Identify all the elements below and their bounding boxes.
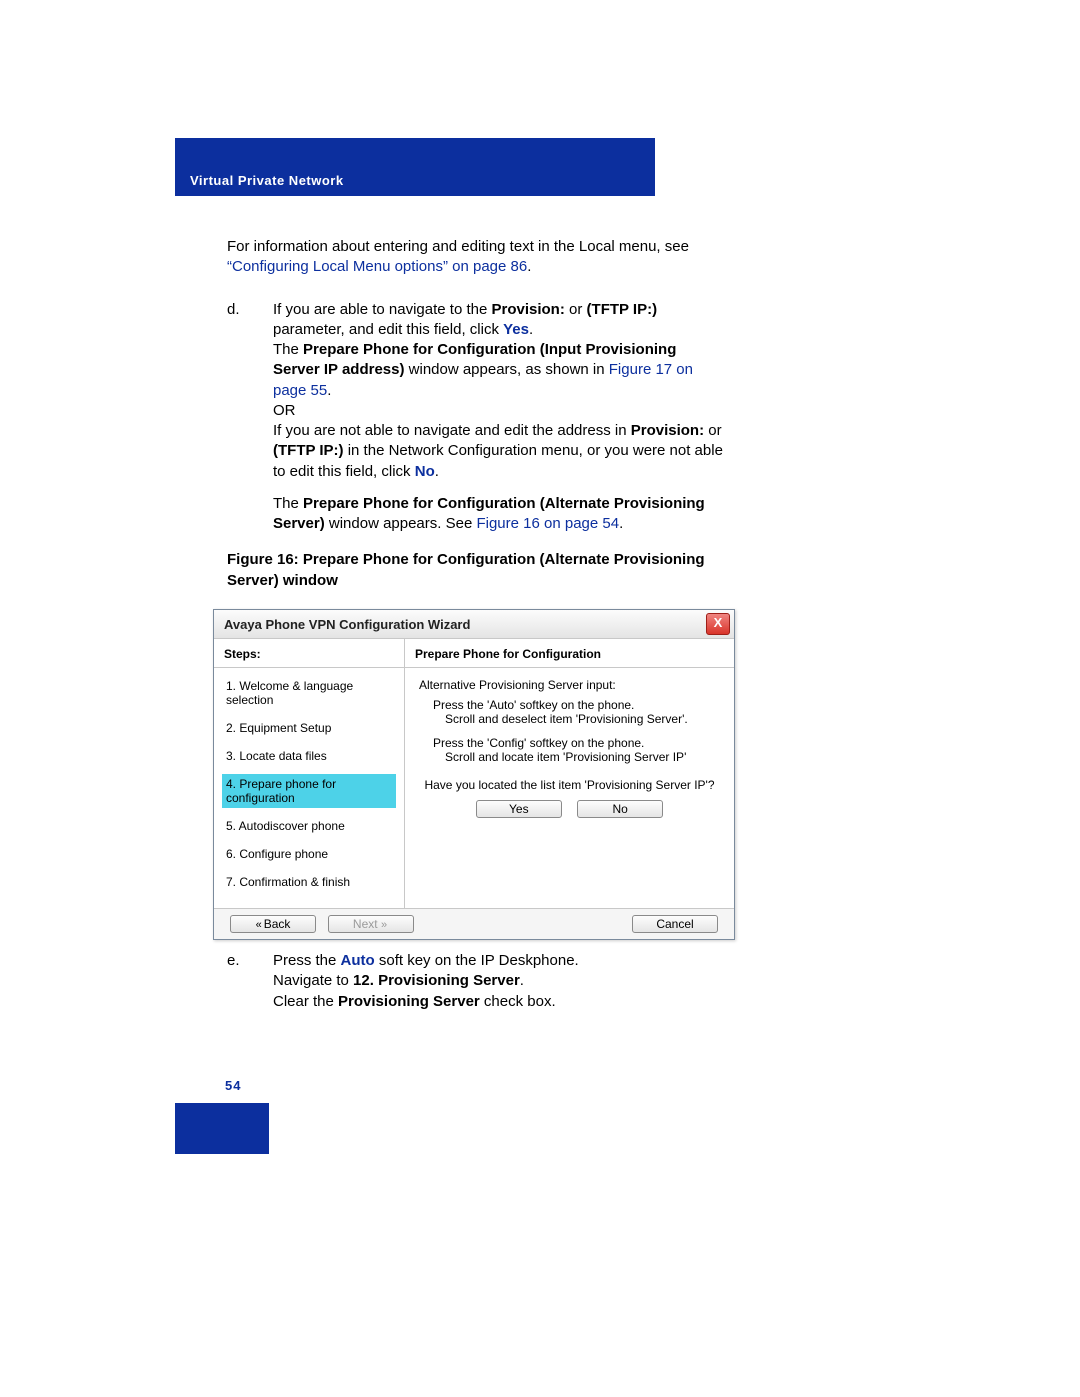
yes-link[interactable]: Yes <box>503 321 529 338</box>
link-configuring-local-menu[interactable]: “Configuring Local Menu options” on page… <box>227 258 527 275</box>
next-label: Next <box>353 917 378 931</box>
back-label: Back <box>264 917 291 931</box>
step-d-p1: If you are able to navigate to the Provi… <box>273 300 727 341</box>
step-e-p1: Press the Auto soft key on the IP Deskph… <box>273 951 727 971</box>
wizard-step-7[interactable]: 7. Confirmation & finish <box>222 872 396 892</box>
step-e: e. Press the Auto soft key on the IP Des… <box>227 951 727 1012</box>
wizard-steps-panel: Steps: 1. Welcome & language selection 2… <box>214 639 405 908</box>
step-d-p4: The Prepare Phone for Configuration (Alt… <box>273 494 727 535</box>
wizard-titlebar: Avaya Phone VPN Configuration Wizard X <box>214 610 734 639</box>
wizard-step-6[interactable]: 6. Configure phone <box>222 844 396 864</box>
wizard-step-2[interactable]: 2. Equipment Setup <box>222 718 396 738</box>
step-e-p3: Clear the Provisioning Server check box. <box>273 992 727 1012</box>
next-button: Next » <box>328 915 414 933</box>
t: Press the <box>273 952 341 969</box>
close-icon[interactable]: X <box>706 613 730 635</box>
t: or <box>565 301 587 318</box>
link-figure-16[interactable]: Figure 16 on page 54 <box>476 515 619 532</box>
t: . <box>435 463 439 480</box>
wizard-step-5[interactable]: 5. Autodiscover phone <box>222 816 396 836</box>
t: parameter, and edit this field, click <box>273 321 503 338</box>
intro-paragraph: For information about entering and editi… <box>227 237 727 278</box>
t: 12. Provisioning Server <box>353 972 520 989</box>
wizard-title: Avaya Phone VPN Configuration Wizard <box>224 617 706 632</box>
figure-caption: Figure 16: Prepare Phone for Configurati… <box>227 550 727 591</box>
t: (TFTP IP:) <box>587 301 658 318</box>
back-button[interactable]: «Back <box>230 915 316 933</box>
auto-softkey: Auto <box>341 952 375 969</box>
wizard-content-header: Prepare Phone for Configuration <box>405 639 734 668</box>
intro-dot: . <box>527 258 531 275</box>
t: . <box>520 972 524 989</box>
content-line3: Scroll and deselect item 'Provisioning S… <box>419 712 720 726</box>
wizard-step-1[interactable]: 1. Welcome & language selection <box>222 676 396 710</box>
chevron-left-icon: « <box>256 919 262 931</box>
content-question: Have you located the list item 'Provisio… <box>419 778 720 792</box>
section-header-bar: Virtual Private Network <box>175 138 655 196</box>
t: If you are able to navigate to the <box>273 301 491 318</box>
section-header-text: Virtual Private Network <box>190 173 344 188</box>
body-content: For information about entering and editi… <box>227 237 727 591</box>
chevron-right-icon: » <box>381 919 387 931</box>
t: check box. <box>480 993 556 1010</box>
page-number: 54 <box>225 1078 241 1093</box>
t: The <box>273 341 303 358</box>
t: . <box>619 515 623 532</box>
t: . <box>327 382 331 399</box>
step-d: d. If you are able to navigate to the Pr… <box>227 300 727 535</box>
t: Provisioning Server <box>338 993 480 1010</box>
steps-header: Steps: <box>214 639 404 668</box>
content-line4: Press the 'Config' softkey on the phone. <box>419 736 720 750</box>
step-d-p3: If you are not able to navigate and edit… <box>273 421 727 482</box>
yes-button[interactable]: Yes <box>476 800 562 818</box>
content-line2: Press the 'Auto' softkey on the phone. <box>419 698 720 712</box>
no-button[interactable]: No <box>577 800 663 818</box>
t: (TFTP IP:) <box>273 442 344 459</box>
t: or <box>704 422 722 439</box>
t: Provision: <box>491 301 564 318</box>
t: If you are not able to navigate and edit… <box>273 422 631 439</box>
t: Provision: <box>631 422 704 439</box>
wizard-step-3[interactable]: 3. Locate data files <box>222 746 396 766</box>
step-d-marker: d. <box>227 300 240 320</box>
step-d-p2: The Prepare Phone for Configuration (Inp… <box>273 340 727 401</box>
t: Navigate to <box>273 972 353 989</box>
step-d-or: OR <box>273 401 727 421</box>
cancel-button[interactable]: Cancel <box>632 915 718 933</box>
step-e-block: e. Press the Auto soft key on the IP Des… <box>227 951 727 1012</box>
t: . <box>529 321 533 338</box>
wizard-footer: «Back Next » Cancel <box>214 908 734 939</box>
t: The <box>273 495 303 512</box>
content-line5: Scroll and locate item 'Provisioning Ser… <box>419 750 720 764</box>
no-link[interactable]: No <box>415 463 435 480</box>
wizard-figure: Avaya Phone VPN Configuration Wizard X S… <box>213 609 735 940</box>
t: window appears. See <box>325 515 477 532</box>
step-e-marker: e. <box>227 951 240 971</box>
wizard-window: Avaya Phone VPN Configuration Wizard X S… <box>213 609 735 940</box>
footer-blue-strip <box>175 1103 269 1154</box>
t: Clear the <box>273 993 338 1010</box>
wizard-content-panel: Prepare Phone for Configuration Alternat… <box>405 639 734 908</box>
intro-text: For information about entering and editi… <box>227 238 689 255</box>
t: soft key on the IP Deskphone. <box>375 952 579 969</box>
t: window appears, as shown in <box>404 361 608 378</box>
step-e-p2: Navigate to 12. Provisioning Server. <box>273 971 727 991</box>
wizard-step-4[interactable]: 4. Prepare phone for configuration <box>222 774 396 808</box>
content-line1: Alternative Provisioning Server input: <box>419 678 720 692</box>
